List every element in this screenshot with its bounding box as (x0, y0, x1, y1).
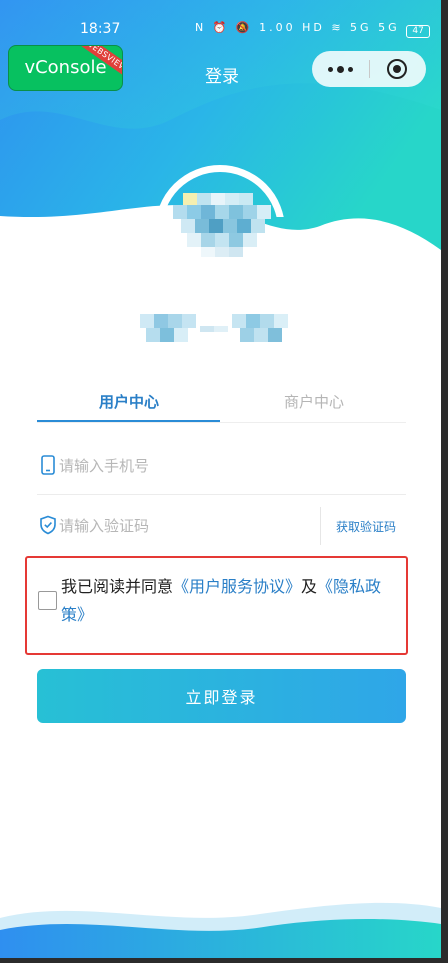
agreement-text: 我已阅读并同意《用户服务协议》及《隐私政策》 (61, 573, 391, 629)
agreement-conjunction: 及 (301, 577, 318, 596)
shield-icon (40, 515, 56, 535)
battery-icon: 47 (406, 25, 431, 38)
service-agreement-link[interactable]: 《用户服务协议》 (173, 577, 301, 596)
agreement-prefix: 我已阅读并同意 (61, 577, 174, 596)
agreement-highlight: 我已阅读并同意《用户服务协议》及《隐私政策》 (25, 556, 408, 655)
target-close-icon[interactable] (387, 59, 407, 79)
logo-mosaic (173, 193, 271, 257)
tab-merchant-center[interactable]: 商户中心 (222, 391, 406, 412)
status-bar: 18:37 N ⏰ 🔕 1.00 HD ≋ 5G 5G 47 (0, 18, 441, 44)
verification-code-input[interactable] (59, 511, 309, 541)
phone-screen: 18:37 N ⏰ 🔕 1.00 HD ≋ 5G 5G 47 vConsole … (0, 0, 441, 958)
login-button[interactable]: 立即登录 (37, 669, 406, 723)
status-icons: N ⏰ 🔕 1.00 HD ≋ 5G 5G 47 (195, 21, 431, 38)
vconsole-button[interactable]: vConsole WEBSVIEW (8, 45, 123, 91)
vconsole-label: vConsole (24, 57, 107, 78)
get-code-button[interactable]: 获取验证码 (327, 518, 405, 535)
active-tab-indicator (37, 420, 220, 422)
tab-user-center[interactable]: 用户中心 (37, 391, 221, 412)
agreement-checkbox[interactable] (38, 591, 57, 610)
status-icon-text: N ⏰ 🔕 1.00 HD ≋ 5G 5G (195, 21, 400, 34)
more-dots-icon[interactable] (312, 51, 369, 87)
code-field: 获取验证码 (37, 497, 406, 555)
app-name-mosaic (140, 314, 288, 342)
code-divider (320, 507, 321, 545)
page-title: 登录 (205, 67, 239, 87)
phone-field (37, 437, 406, 495)
capsule-divider (369, 60, 370, 78)
phone-input[interactable] (59, 451, 309, 481)
status-time: 18:37 (80, 21, 121, 37)
app-logo (155, 165, 285, 265)
miniprogram-capsule (312, 51, 426, 87)
phone-icon (41, 455, 55, 475)
login-tabs: 用户中心 商户中心 (37, 383, 406, 423)
footer-wave-background (0, 902, 441, 958)
